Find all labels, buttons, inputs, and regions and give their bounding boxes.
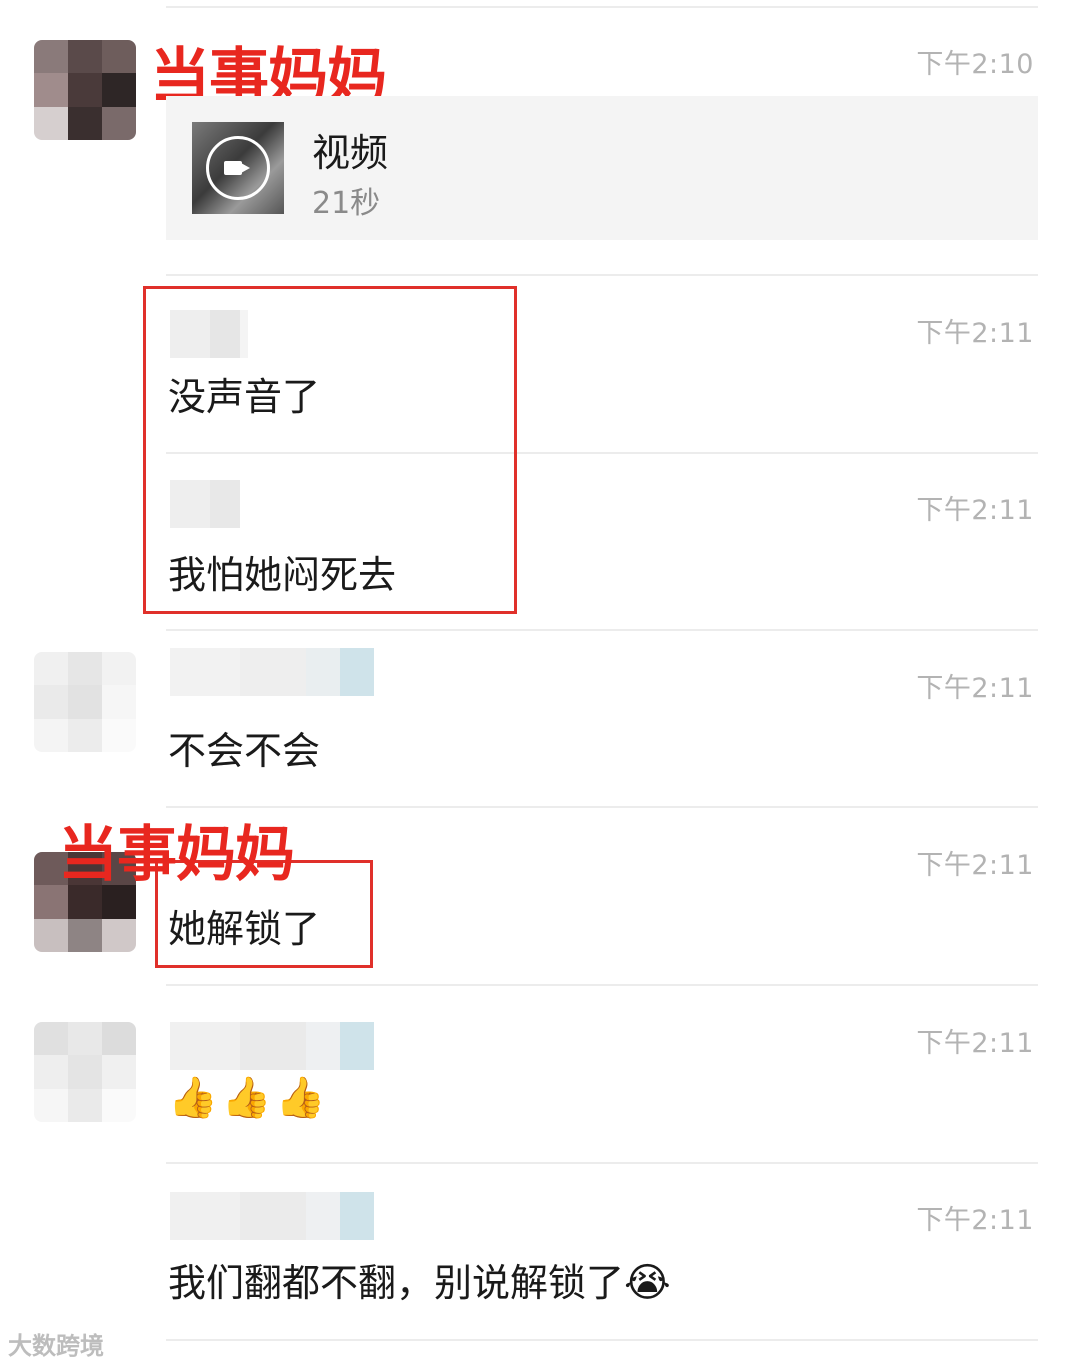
- timestamp: 下午2:11: [916, 318, 1034, 349]
- avatar[interactable]: [34, 40, 136, 140]
- timestamp: 下午2:11: [916, 673, 1034, 704]
- divider: [166, 1162, 1038, 1164]
- divider: [166, 984, 1038, 986]
- video-title: 视频: [312, 131, 389, 175]
- crying-face-icon: 😭: [624, 1260, 671, 1306]
- avatar[interactable]: [34, 1022, 136, 1122]
- message-text-row: 我们翻都不翻，别说解锁了😭: [168, 1252, 675, 1307]
- timestamp: 下午2:11: [916, 1205, 1034, 1236]
- avatar[interactable]: [34, 652, 136, 752]
- sender-name-blurred: [170, 1192, 374, 1240]
- divider: [166, 629, 1038, 631]
- timestamp: 下午2:11: [916, 495, 1034, 526]
- sender-name-blurred: [170, 1022, 374, 1070]
- video-thumbnail[interactable]: [192, 122, 284, 214]
- thumbs-up-icon: 👍: [221, 1075, 272, 1121]
- video-duration: 21秒: [312, 186, 381, 221]
- emoji-message: 👍 👍 👍: [168, 1074, 329, 1121]
- divider: [166, 274, 1038, 276]
- thumbs-up-icon: 👍: [168, 1075, 218, 1121]
- video-message-card[interactable]: 视频 21秒: [166, 96, 1038, 240]
- mother-label: 当事妈妈: [58, 820, 295, 890]
- divider: [166, 1339, 1038, 1341]
- timestamp: 下午2:11: [916, 850, 1034, 881]
- divider: [166, 6, 1038, 8]
- message-text: 不会不会: [168, 729, 321, 773]
- watermark: 大数跨境: [8, 1332, 104, 1360]
- highlight-box: [143, 286, 517, 614]
- video-camera-icon: [224, 161, 250, 175]
- sender-name-blurred: [170, 648, 374, 696]
- thumbs-up-icon: 👍: [275, 1075, 326, 1121]
- timestamp: 下午2:11: [916, 1028, 1034, 1059]
- timestamp: 下午2:10: [916, 49, 1034, 80]
- message-text: 我们翻都不翻，别说解锁了: [168, 1261, 625, 1305]
- divider: [166, 806, 1038, 808]
